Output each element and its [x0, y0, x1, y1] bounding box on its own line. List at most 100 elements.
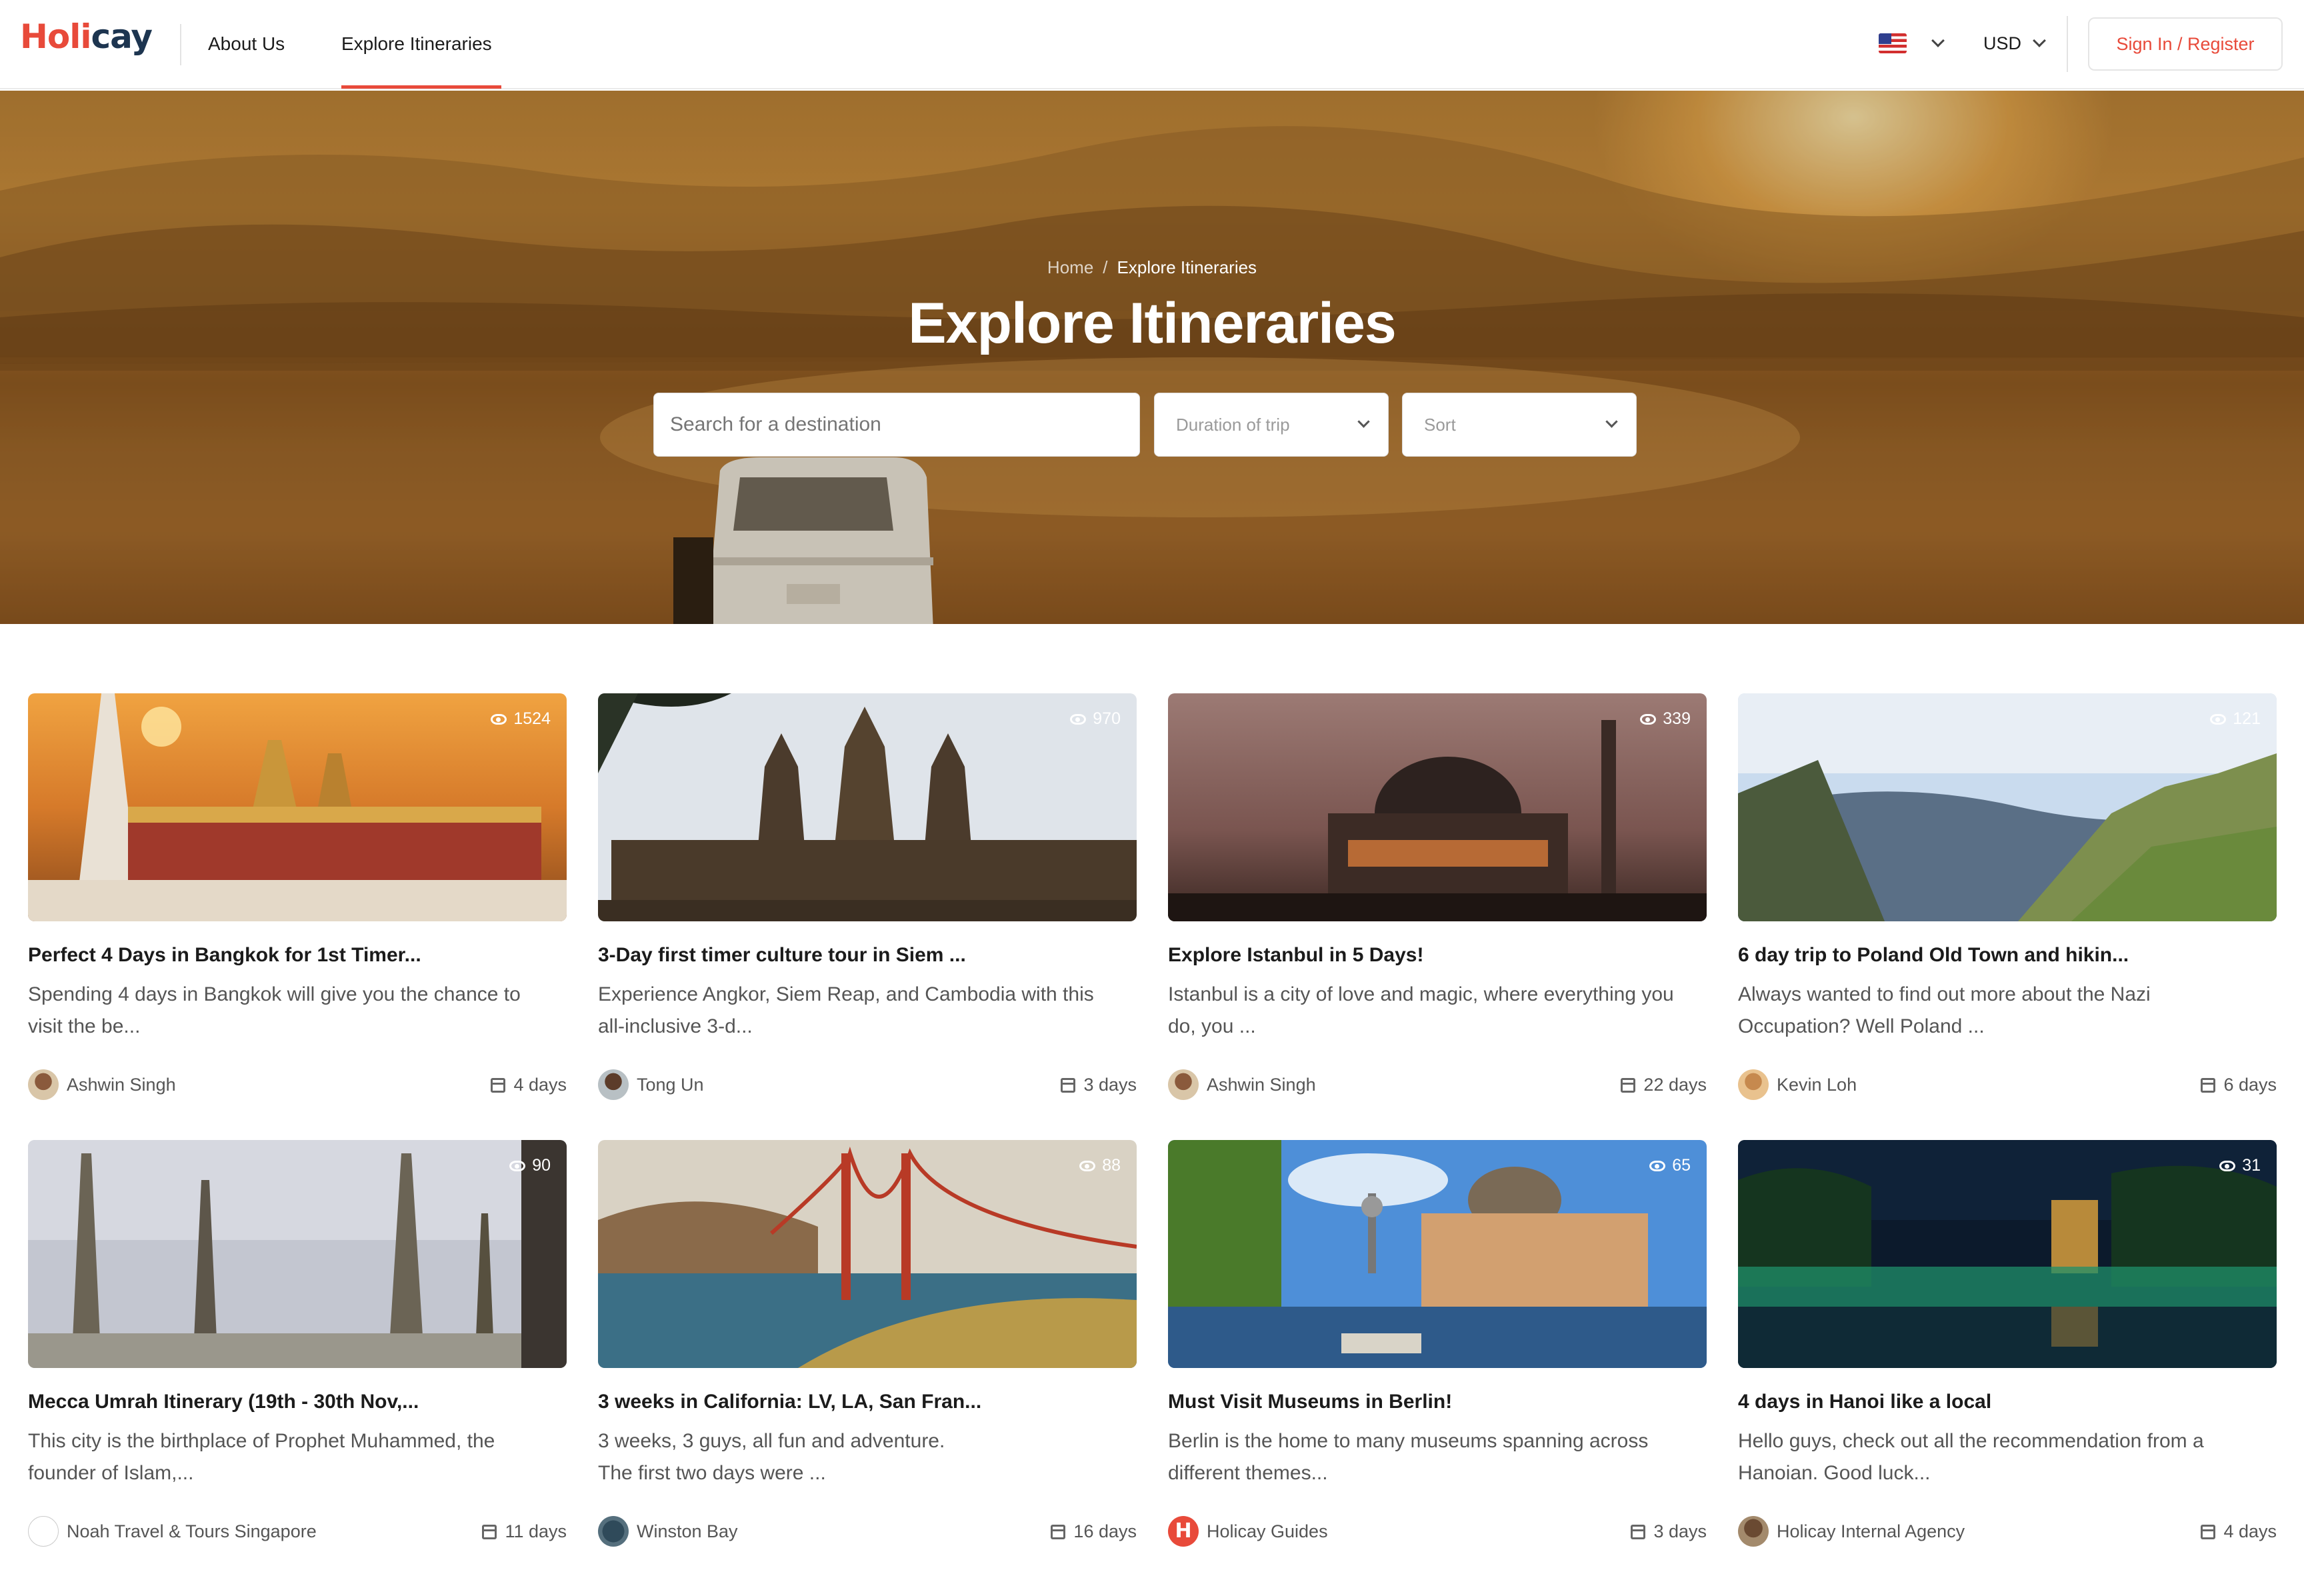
calendar-icon	[1061, 1077, 1076, 1093]
card-image-angkor[interactable]: 970	[598, 693, 1137, 921]
eye-icon	[1079, 1160, 1096, 1171]
card-title[interactable]: Perfect 4 Days in Bangkok for 1st Timer.…	[28, 944, 567, 967]
destination-search-input[interactable]	[653, 393, 1140, 457]
card-author[interactable]: H Holicay Guides	[1168, 1516, 1328, 1547]
view-count: 1524	[491, 709, 551, 729]
card-title[interactable]: Must Visit Museums in Berlin!	[1168, 1391, 1707, 1413]
card-image-california[interactable]: 88	[598, 1140, 1137, 1368]
card-image-hanoi[interactable]: 31	[1738, 1140, 2277, 1368]
card-duration: 4 days	[2201, 1521, 2277, 1542]
card-title[interactable]: 3-Day first timer culture tour in Siem .…	[598, 944, 1137, 967]
card-title[interactable]: Explore Istanbul in 5 Days!	[1168, 944, 1707, 967]
view-count: 339	[1640, 709, 1691, 729]
page-title: Explore Itineraries	[908, 291, 1396, 355]
eye-icon	[509, 1160, 526, 1171]
itinerary-card[interactable]: 970 3-Day first timer culture tour in Si…	[598, 693, 1137, 1120]
author-avatar	[1738, 1069, 1769, 1100]
view-count: 88	[1079, 1156, 1121, 1175]
author-avatar	[598, 1516, 629, 1547]
card-title[interactable]: 3 weeks in California: LV, LA, San Fran.…	[598, 1391, 1137, 1413]
card-duration: 3 days	[1061, 1075, 1137, 1095]
top-navbar: Holicay About Us Explore Itineraries USD…	[0, 0, 2304, 89]
nav-divider-right	[2067, 16, 2068, 72]
duration-select-placeholder: Duration of trip	[1176, 415, 1290, 435]
active-tab-underline	[341, 85, 501, 89]
author-avatar	[598, 1069, 629, 1100]
duration-select[interactable]: Duration of trip	[1154, 393, 1389, 457]
nav-link-about[interactable]: About Us	[208, 33, 285, 55]
card-description: Always wanted to find out more about the…	[1738, 983, 2151, 1037]
card-duration: 16 days	[1051, 1521, 1137, 1542]
view-count: 121	[2210, 709, 2261, 729]
card-author[interactable]: Winston Bay	[598, 1516, 738, 1547]
hero-banner: Home / Explore Itineraries Explore Itinera…	[0, 91, 2304, 624]
sign-in-register-button[interactable]: Sign In / Register	[2088, 17, 2283, 71]
eye-icon	[2219, 1160, 2236, 1171]
calendar-icon	[1621, 1077, 1636, 1093]
author-avatar	[1168, 1069, 1199, 1100]
eye-icon	[1640, 713, 1657, 725]
card-duration: 6 days	[2201, 1075, 2277, 1095]
card-image-berlin[interactable]: 65	[1168, 1140, 1707, 1368]
itinerary-card[interactable]: 339 Explore Istanbul in 5 Days! Istanbul…	[1168, 693, 1707, 1120]
nav-link-explore[interactable]: Explore Itineraries	[341, 33, 492, 55]
holicay-logo[interactable]: Holicay	[20, 17, 153, 56]
hero-overlay	[0, 91, 2304, 624]
author-name: Kevin Loh	[1777, 1074, 1857, 1095]
card-duration: 4 days	[491, 1075, 567, 1095]
calendar-icon	[1051, 1524, 1066, 1539]
eye-icon	[1070, 713, 1087, 725]
card-image-mecca[interactable]: 90	[28, 1140, 567, 1368]
us-flag-icon[interactable]	[1879, 33, 1907, 53]
card-description: Experience Angkor, Siem Reap, and Cambod…	[598, 983, 1094, 1037]
currency-select[interactable]: USD	[1983, 33, 2021, 54]
card-author[interactable]: Ashwin Singh	[1168, 1069, 1316, 1100]
card-image-istanbul[interactable]: 339	[1168, 693, 1707, 921]
calendar-icon	[482, 1524, 497, 1539]
itinerary-card[interactable]: 65 Must Visit Museums in Berlin! Berlin …	[1168, 1140, 1707, 1567]
author-name: Winston Bay	[637, 1521, 738, 1541]
eye-icon	[491, 713, 507, 725]
itinerary-card[interactable]: 90 Mecca Umrah Itinerary (19th - 30th No…	[28, 1140, 567, 1567]
calendar-icon	[491, 1077, 506, 1093]
card-author[interactable]: Noah Travel & Tours Singapore	[28, 1516, 317, 1547]
card-description: This city is the birthplace of Prophet M…	[28, 1430, 495, 1484]
itinerary-card[interactable]: 88 3 weeks in California: LV, LA, San Fr…	[598, 1140, 1137, 1567]
itinerary-card[interactable]: 1524 Perfect 4 Days in Bangkok for 1st T…	[28, 693, 567, 1120]
card-image-poland[interactable]: 121	[1738, 693, 2277, 921]
nav-divider	[180, 24, 181, 65]
card-duration: 11 days	[482, 1521, 567, 1542]
card-title[interactable]: 6 day trip to Poland Old Town and hikin.…	[1738, 944, 2277, 967]
card-description: Istanbul is a city of love and magic, wh…	[1168, 983, 1674, 1037]
breadcrumb: Home / Explore Itineraries	[0, 257, 2304, 278]
logo-text-cay: cay	[91, 17, 152, 56]
view-count: 31	[2219, 1156, 2261, 1175]
breadcrumb-home-link[interactable]: Home	[1047, 257, 1093, 277]
view-count: 970	[1070, 709, 1121, 729]
view-count: 90	[509, 1156, 551, 1175]
card-author[interactable]: Ashwin Singh	[28, 1069, 176, 1100]
sort-select[interactable]: Sort	[1402, 393, 1637, 457]
holicay-guides-logo-icon: H	[1168, 1516, 1199, 1547]
card-title[interactable]: Mecca Umrah Itinerary (19th - 30th Nov,.…	[28, 1391, 567, 1413]
card-title[interactable]: 4 days in Hanoi like a local	[1738, 1391, 2277, 1413]
sort-chevron-down-icon	[1605, 415, 1618, 428]
eye-icon	[2210, 713, 2227, 725]
calendar-icon	[2201, 1524, 2216, 1539]
currency-chevron-down-icon[interactable]	[2033, 34, 2046, 47]
card-author[interactable]: Kevin Loh	[1738, 1069, 1857, 1100]
breadcrumb-current: Explore Itineraries	[1117, 257, 1257, 277]
itinerary-card[interactable]: 31 4 days in Hanoi like a local Hello gu…	[1738, 1140, 2277, 1567]
author-name: Holicay Guides	[1207, 1521, 1328, 1541]
card-author[interactable]: Holicay Internal Agency	[1738, 1516, 1965, 1547]
card-author[interactable]: Tong Un	[598, 1069, 704, 1100]
duration-chevron-down-icon	[1357, 415, 1370, 428]
author-avatar	[28, 1516, 59, 1547]
calendar-icon	[2201, 1077, 2216, 1093]
card-image-bangkok[interactable]: 1524	[28, 693, 567, 921]
itinerary-card[interactable]: 121 6 day trip to Poland Old Town and hi…	[1738, 693, 2277, 1120]
language-chevron-down-icon[interactable]	[1931, 34, 1945, 47]
author-avatar	[1738, 1516, 1769, 1547]
logo-text-holi: Holi	[20, 17, 91, 56]
author-name: Tong Un	[637, 1074, 704, 1095]
